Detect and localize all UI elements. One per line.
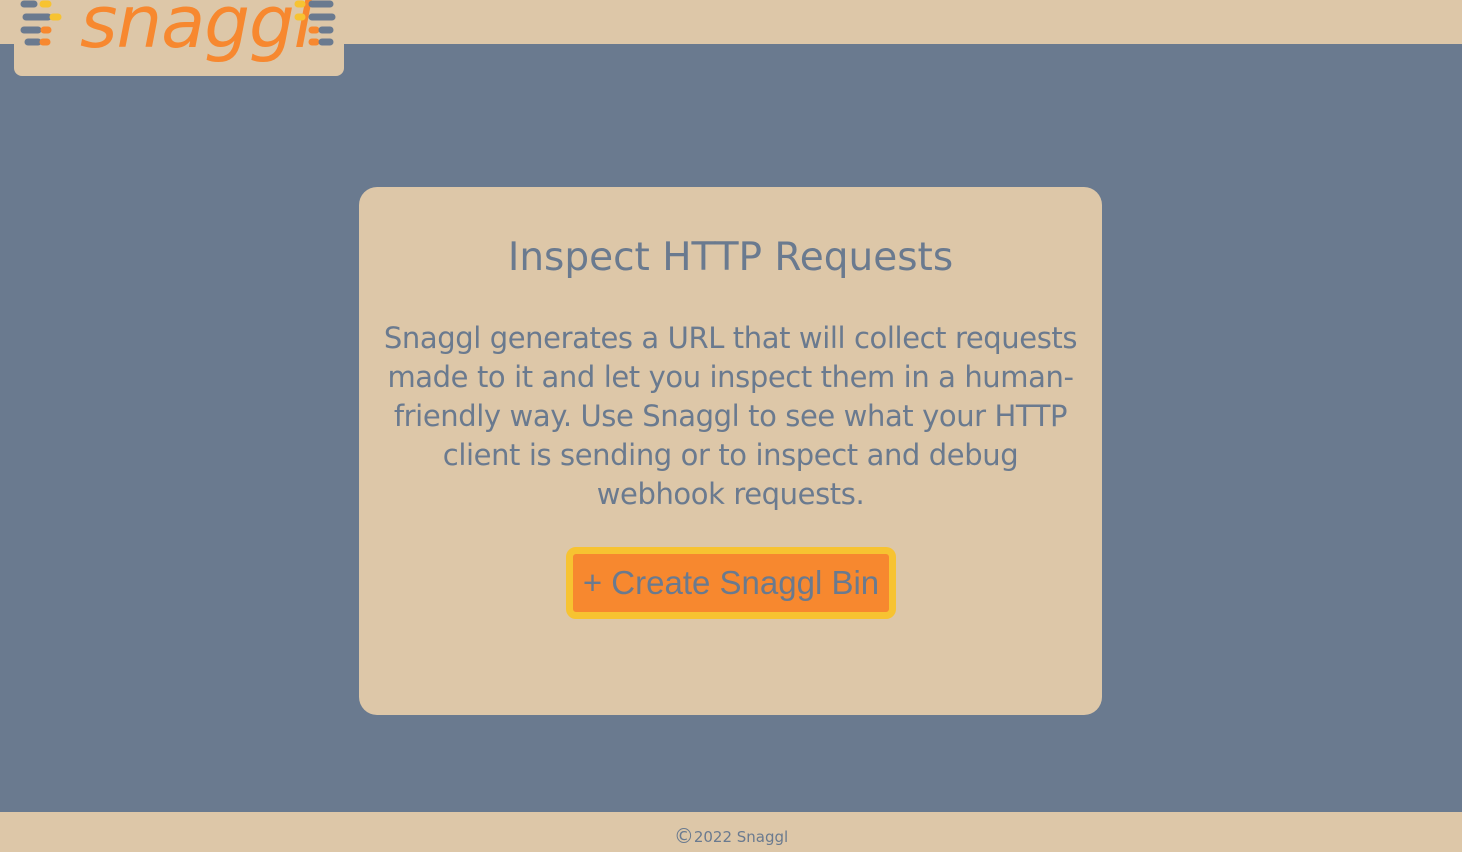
- page-title: Inspect HTTP Requests: [507, 235, 954, 280]
- copyright-label: 2022 Snaggl: [693, 828, 789, 846]
- speed-lines-left-icon: [20, 0, 62, 46]
- copyright-icon: ©: [673, 824, 694, 848]
- header-bar: snaggl: [0, 0, 1462, 76]
- logo-wordmark: snaggl: [80, 0, 314, 64]
- create-bin-button[interactable]: + Create Snaggl Bin: [566, 547, 896, 619]
- footer: ©2022 Snaggl: [0, 812, 1462, 852]
- logo[interactable]: snaggl: [14, 0, 344, 76]
- copyright-text: ©2022 Snaggl: [0, 826, 1462, 847]
- intro-description: Snaggl generates a URL that will collect…: [383, 321, 1078, 511]
- page: snaggl Inspect HTTP Requests Snaggl gene…: [0, 0, 1462, 852]
- speed-lines-right-icon: [294, 0, 336, 46]
